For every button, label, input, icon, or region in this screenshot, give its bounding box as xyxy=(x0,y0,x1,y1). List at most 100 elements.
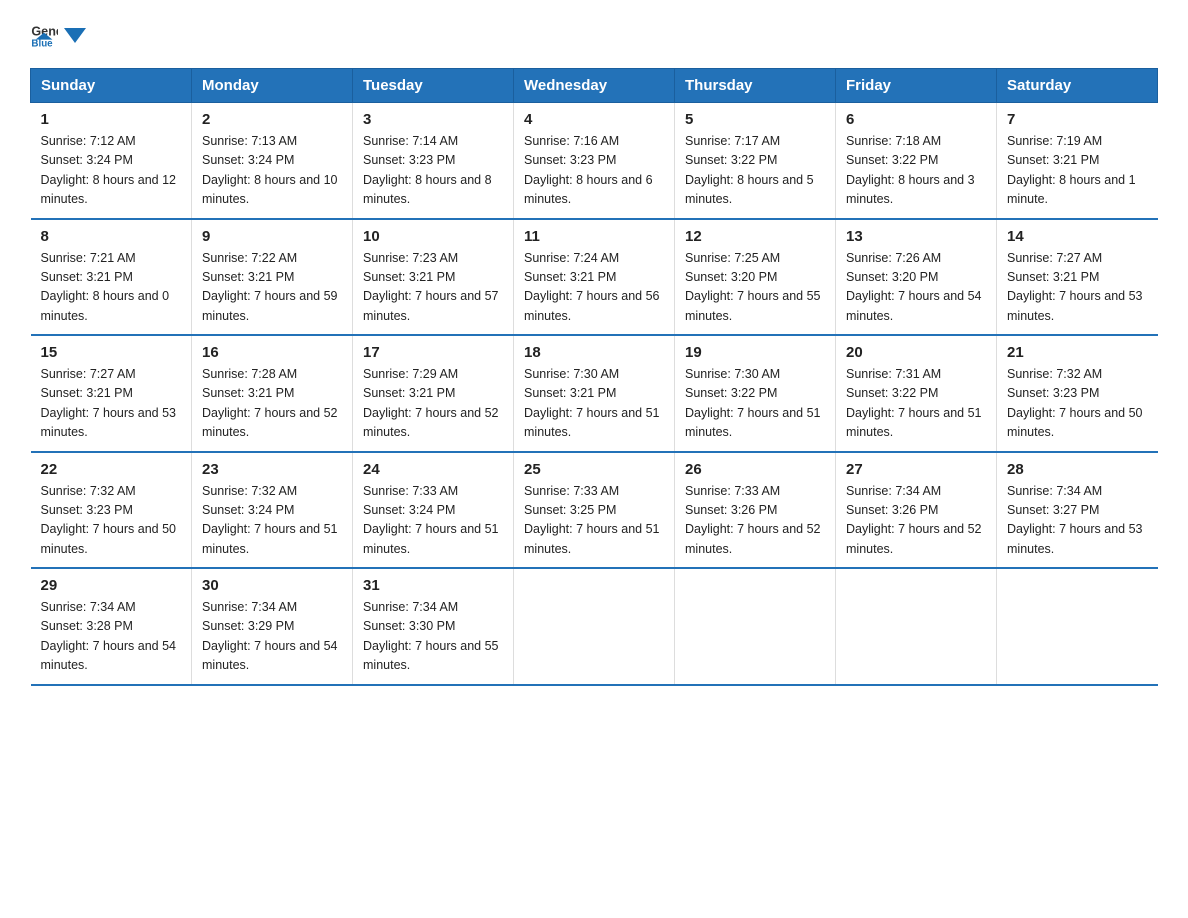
day-cell: 28 Sunrise: 7:34 AMSunset: 3:27 PMDaylig… xyxy=(997,452,1158,569)
day-info: Sunrise: 7:32 AMSunset: 3:23 PMDaylight:… xyxy=(41,482,182,560)
day-info: Sunrise: 7:22 AMSunset: 3:21 PMDaylight:… xyxy=(202,249,342,327)
week-row-1: 1 Sunrise: 7:12 AMSunset: 3:24 PMDayligh… xyxy=(31,103,1158,219)
day-number: 18 xyxy=(524,344,664,361)
day-number: 26 xyxy=(685,461,825,478)
day-cell: 6 Sunrise: 7:18 AMSunset: 3:22 PMDayligh… xyxy=(836,103,997,219)
day-cell xyxy=(675,568,836,685)
day-cell: 31 Sunrise: 7:34 AMSunset: 3:30 PMDaylig… xyxy=(353,568,514,685)
day-cell: 24 Sunrise: 7:33 AMSunset: 3:24 PMDaylig… xyxy=(353,452,514,569)
week-row-4: 22 Sunrise: 7:32 AMSunset: 3:23 PMDaylig… xyxy=(31,452,1158,569)
header-cell-friday: Friday xyxy=(836,69,997,103)
day-number: 20 xyxy=(846,344,986,361)
day-number: 25 xyxy=(524,461,664,478)
week-row-3: 15 Sunrise: 7:27 AMSunset: 3:21 PMDaylig… xyxy=(31,335,1158,452)
day-info: Sunrise: 7:24 AMSunset: 3:21 PMDaylight:… xyxy=(524,249,664,327)
day-number: 10 xyxy=(363,228,503,245)
day-info: Sunrise: 7:34 AMSunset: 3:30 PMDaylight:… xyxy=(363,598,503,676)
day-cell: 4 Sunrise: 7:16 AMSunset: 3:23 PMDayligh… xyxy=(514,103,675,219)
day-cell: 29 Sunrise: 7:34 AMSunset: 3:28 PMDaylig… xyxy=(31,568,192,685)
day-cell: 25 Sunrise: 7:33 AMSunset: 3:25 PMDaylig… xyxy=(514,452,675,569)
day-cell: 20 Sunrise: 7:31 AMSunset: 3:22 PMDaylig… xyxy=(836,335,997,452)
day-number: 7 xyxy=(1007,111,1148,128)
day-info: Sunrise: 7:17 AMSunset: 3:22 PMDaylight:… xyxy=(685,132,825,210)
day-cell: 14 Sunrise: 7:27 AMSunset: 3:21 PMDaylig… xyxy=(997,219,1158,336)
day-info: Sunrise: 7:28 AMSunset: 3:21 PMDaylight:… xyxy=(202,365,342,443)
day-number: 9 xyxy=(202,228,342,245)
day-info: Sunrise: 7:27 AMSunset: 3:21 PMDaylight:… xyxy=(41,365,182,443)
day-number: 3 xyxy=(363,111,503,128)
day-info: Sunrise: 7:33 AMSunset: 3:25 PMDaylight:… xyxy=(524,482,664,560)
day-info: Sunrise: 7:16 AMSunset: 3:23 PMDaylight:… xyxy=(524,132,664,210)
day-cell: 9 Sunrise: 7:22 AMSunset: 3:21 PMDayligh… xyxy=(192,219,353,336)
day-cell: 1 Sunrise: 7:12 AMSunset: 3:24 PMDayligh… xyxy=(31,103,192,219)
day-info: Sunrise: 7:33 AMSunset: 3:24 PMDaylight:… xyxy=(363,482,503,560)
day-cell: 13 Sunrise: 7:26 AMSunset: 3:20 PMDaylig… xyxy=(836,219,997,336)
day-info: Sunrise: 7:14 AMSunset: 3:23 PMDaylight:… xyxy=(363,132,503,210)
day-number: 23 xyxy=(202,461,342,478)
day-cell: 7 Sunrise: 7:19 AMSunset: 3:21 PMDayligh… xyxy=(997,103,1158,219)
day-info: Sunrise: 7:18 AMSunset: 3:22 PMDaylight:… xyxy=(846,132,986,210)
day-number: 27 xyxy=(846,461,986,478)
day-number: 28 xyxy=(1007,461,1148,478)
day-number: 6 xyxy=(846,111,986,128)
day-cell: 15 Sunrise: 7:27 AMSunset: 3:21 PMDaylig… xyxy=(31,335,192,452)
day-cell: 21 Sunrise: 7:32 AMSunset: 3:23 PMDaylig… xyxy=(997,335,1158,452)
day-number: 30 xyxy=(202,577,342,594)
day-number: 19 xyxy=(685,344,825,361)
day-cell: 17 Sunrise: 7:29 AMSunset: 3:21 PMDaylig… xyxy=(353,335,514,452)
day-number: 5 xyxy=(685,111,825,128)
calendar-body: 1 Sunrise: 7:12 AMSunset: 3:24 PMDayligh… xyxy=(31,103,1158,685)
day-number: 31 xyxy=(363,577,503,594)
day-cell: 26 Sunrise: 7:33 AMSunset: 3:26 PMDaylig… xyxy=(675,452,836,569)
week-row-2: 8 Sunrise: 7:21 AMSunset: 3:21 PMDayligh… xyxy=(31,219,1158,336)
day-cell: 5 Sunrise: 7:17 AMSunset: 3:22 PMDayligh… xyxy=(675,103,836,219)
day-number: 8 xyxy=(41,228,182,245)
day-number: 1 xyxy=(41,111,182,128)
day-cell: 19 Sunrise: 7:30 AMSunset: 3:22 PMDaylig… xyxy=(675,335,836,452)
day-number: 17 xyxy=(363,344,503,361)
day-cell: 2 Sunrise: 7:13 AMSunset: 3:24 PMDayligh… xyxy=(192,103,353,219)
day-info: Sunrise: 7:32 AMSunset: 3:24 PMDaylight:… xyxy=(202,482,342,560)
day-info: Sunrise: 7:23 AMSunset: 3:21 PMDaylight:… xyxy=(363,249,503,327)
day-cell: 8 Sunrise: 7:21 AMSunset: 3:21 PMDayligh… xyxy=(31,219,192,336)
day-number: 15 xyxy=(41,344,182,361)
day-info: Sunrise: 7:12 AMSunset: 3:24 PMDaylight:… xyxy=(41,132,182,210)
page-header: General Blue xyxy=(30,20,1158,48)
day-cell: 27 Sunrise: 7:34 AMSunset: 3:26 PMDaylig… xyxy=(836,452,997,569)
day-number: 4 xyxy=(524,111,664,128)
logo: General Blue xyxy=(30,20,86,48)
day-info: Sunrise: 7:29 AMSunset: 3:21 PMDaylight:… xyxy=(363,365,503,443)
day-cell: 23 Sunrise: 7:32 AMSunset: 3:24 PMDaylig… xyxy=(192,452,353,569)
calendar-header: SundayMondayTuesdayWednesdayThursdayFrid… xyxy=(31,69,1158,103)
day-cell: 10 Sunrise: 7:23 AMSunset: 3:21 PMDaylig… xyxy=(353,219,514,336)
day-info: Sunrise: 7:19 AMSunset: 3:21 PMDaylight:… xyxy=(1007,132,1148,210)
day-info: Sunrise: 7:21 AMSunset: 3:21 PMDaylight:… xyxy=(41,249,182,327)
logo-icon: General Blue xyxy=(30,20,58,48)
day-info: Sunrise: 7:31 AMSunset: 3:22 PMDaylight:… xyxy=(846,365,986,443)
day-cell: 16 Sunrise: 7:28 AMSunset: 3:21 PMDaylig… xyxy=(192,335,353,452)
day-info: Sunrise: 7:25 AMSunset: 3:20 PMDaylight:… xyxy=(685,249,825,327)
day-info: Sunrise: 7:30 AMSunset: 3:21 PMDaylight:… xyxy=(524,365,664,443)
day-cell: 3 Sunrise: 7:14 AMSunset: 3:23 PMDayligh… xyxy=(353,103,514,219)
header-cell-saturday: Saturday xyxy=(997,69,1158,103)
calendar-table: SundayMondayTuesdayWednesdayThursdayFrid… xyxy=(30,68,1158,686)
day-cell xyxy=(836,568,997,685)
header-cell-monday: Monday xyxy=(192,69,353,103)
header-cell-tuesday: Tuesday xyxy=(353,69,514,103)
day-number: 11 xyxy=(524,228,664,245)
day-info: Sunrise: 7:34 AMSunset: 3:27 PMDaylight:… xyxy=(1007,482,1148,560)
day-info: Sunrise: 7:27 AMSunset: 3:21 PMDaylight:… xyxy=(1007,249,1148,327)
day-number: 29 xyxy=(41,577,182,594)
day-info: Sunrise: 7:34 AMSunset: 3:28 PMDaylight:… xyxy=(41,598,182,676)
day-cell: 30 Sunrise: 7:34 AMSunset: 3:29 PMDaylig… xyxy=(192,568,353,685)
header-cell-sunday: Sunday xyxy=(31,69,192,103)
day-info: Sunrise: 7:34 AMSunset: 3:29 PMDaylight:… xyxy=(202,598,342,676)
day-cell xyxy=(514,568,675,685)
day-info: Sunrise: 7:26 AMSunset: 3:20 PMDaylight:… xyxy=(846,249,986,327)
day-info: Sunrise: 7:13 AMSunset: 3:24 PMDaylight:… xyxy=(202,132,342,210)
day-number: 24 xyxy=(363,461,503,478)
day-cell: 11 Sunrise: 7:24 AMSunset: 3:21 PMDaylig… xyxy=(514,219,675,336)
day-info: Sunrise: 7:32 AMSunset: 3:23 PMDaylight:… xyxy=(1007,365,1148,443)
day-number: 2 xyxy=(202,111,342,128)
day-number: 22 xyxy=(41,461,182,478)
